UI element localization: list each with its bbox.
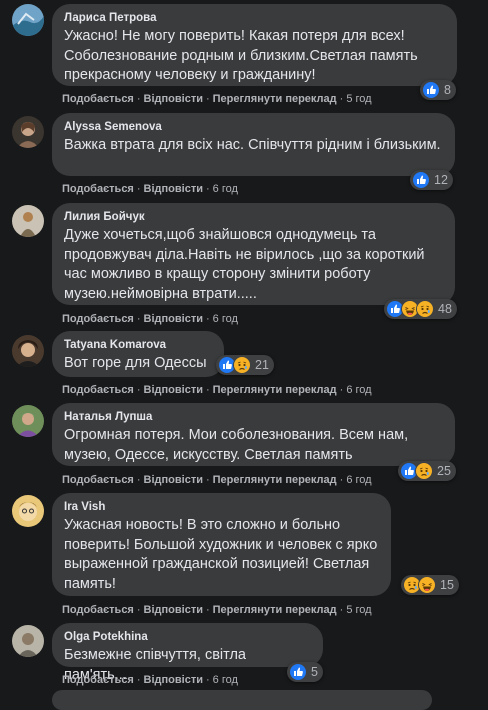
comment-text: Важка втрата для всіх нас. Співчуття рід… xyxy=(64,137,441,153)
see-translation-button[interactable]: Переглянути переклад xyxy=(213,384,337,396)
comment-time[interactable]: 6 год xyxy=(346,384,371,396)
sad-icon xyxy=(233,356,251,374)
avatar[interactable] xyxy=(12,405,44,437)
see-translation-button[interactable]: Переглянути переклад xyxy=(213,93,337,105)
like-icon xyxy=(289,663,307,681)
reply-button[interactable]: Відповісти xyxy=(144,384,203,396)
comment-bubble: Tatyana Komarova Вот горе для Одессы . xyxy=(52,331,224,391)
reply-button[interactable]: Відповісти xyxy=(144,604,203,616)
reactions-summary[interactable]: 12 xyxy=(410,170,453,190)
comment-time[interactable]: 6 год xyxy=(346,474,371,486)
comment-actions: Подобається · Відповісти · Переглянути перек… xyxy=(62,604,372,616)
next-comment-bubble xyxy=(52,690,432,710)
reactions-summary[interactable]: 48 xyxy=(384,299,457,319)
comment-bubble: Лариса Петрова Ужасно! Не могу поверить!… xyxy=(52,4,457,86)
comment-author[interactable]: Ira Vish xyxy=(64,500,379,515)
like-button[interactable]: Подобається xyxy=(62,183,134,195)
reactions-summary[interactable]: 25 xyxy=(398,461,456,481)
reactions-summary[interactable]: 21 xyxy=(216,355,274,375)
comment-author[interactable]: Лилия Бойчук xyxy=(64,210,443,225)
reply-button[interactable]: Відповісти xyxy=(144,183,203,195)
avatar[interactable] xyxy=(12,116,44,148)
reactions-summary[interactable]: 8 xyxy=(420,80,456,100)
reaction-count: 12 xyxy=(434,173,448,187)
reaction-count: 8 xyxy=(444,83,451,97)
comment-time[interactable]: 6 год xyxy=(213,183,238,195)
avatar[interactable] xyxy=(12,205,44,237)
comment-bubble: Ira Vish Ужасная новость! В это сложно и… xyxy=(52,493,391,596)
reaction-count: 15 xyxy=(440,578,454,592)
comment-text: Дуже хочеться,щоб знайшовся однодумець т… xyxy=(64,227,425,302)
reaction-count: 25 xyxy=(437,464,451,478)
reactions-summary[interactable]: 5 xyxy=(287,662,323,682)
comment-bubble: Лилия Бойчук Дуже хочеться,щоб знайшовся… xyxy=(52,203,455,305)
reaction-count: 48 xyxy=(438,302,452,316)
comment-text: Ужасная новость! В это сложно и больно п… xyxy=(64,517,378,592)
like-icon xyxy=(412,171,430,189)
comment-author[interactable]: Наталья Лупша xyxy=(64,410,443,425)
comment-actions: Подобається · Відповісти · 6 год xyxy=(62,674,238,686)
avatar[interactable] xyxy=(12,495,44,527)
reply-button[interactable]: Відповісти xyxy=(144,474,203,486)
avatar[interactable] xyxy=(12,335,44,367)
haha-icon xyxy=(418,576,436,594)
comment-actions: Подобається · Відповісти · 6 год xyxy=(62,183,238,195)
comment-author[interactable]: Tatyana Komarova xyxy=(64,338,212,353)
reply-button[interactable]: Відповісти xyxy=(144,93,203,105)
comment-text: Огромная потеря. Мои соболезнования. Все… xyxy=(64,427,409,463)
comment-time[interactable]: 5 год xyxy=(346,93,371,105)
reaction-count: 5 xyxy=(311,665,318,679)
reply-button[interactable]: Відповісти xyxy=(144,674,203,686)
like-button[interactable]: Подобається xyxy=(62,674,134,686)
comment-actions: Подобається · Відповісти · Переглянути перек… xyxy=(62,384,372,396)
comment-bubble: Alyssa Semenova Важка втрата для всіх на… xyxy=(52,113,455,176)
reply-button[interactable]: Відповісти xyxy=(144,313,203,325)
avatar[interactable] xyxy=(12,625,44,657)
reaction-count: 21 xyxy=(255,358,269,372)
like-button[interactable]: Подобається xyxy=(62,384,134,396)
comment-actions: Подобається · Відповісти · 6 год xyxy=(62,313,238,325)
comment-author[interactable]: Alyssa Semenova xyxy=(64,120,443,135)
like-button[interactable]: Подобається xyxy=(62,93,134,105)
like-icon xyxy=(422,81,440,99)
comment-time[interactable]: 6 год xyxy=(213,674,238,686)
comment-actions: Подобається · Відповісти · Переглянути перек… xyxy=(62,93,372,105)
sad-icon xyxy=(416,300,434,318)
see-translation-button[interactable]: Переглянути переклад xyxy=(213,474,337,486)
see-translation-button[interactable]: Переглянути переклад xyxy=(213,604,337,616)
comment-bubble: Наталья Лупша Огромная потеря. Мои собол… xyxy=(52,403,455,466)
sad-icon xyxy=(415,462,433,480)
like-button[interactable]: Подобається xyxy=(62,313,134,325)
like-button[interactable]: Подобається xyxy=(62,604,134,616)
comment-author[interactable]: Olga Potekhina xyxy=(64,630,311,645)
like-button[interactable]: Подобається xyxy=(62,474,134,486)
comment-time[interactable]: 6 год xyxy=(213,313,238,325)
reactions-summary[interactable]: 15 xyxy=(401,575,459,595)
comment-time[interactable]: 5 год xyxy=(346,604,371,616)
comment-actions: Подобається · Відповісти · Переглянути перек… xyxy=(62,474,372,486)
comment-author[interactable]: Лариса Петрова xyxy=(64,11,445,26)
comment-bubble: Olga Potekhina Безмежне співчуття, світл… xyxy=(52,623,323,683)
avatar[interactable] xyxy=(12,4,44,36)
comment-text: Ужасно! Не могу поверить! Какая потеря д… xyxy=(64,28,418,83)
